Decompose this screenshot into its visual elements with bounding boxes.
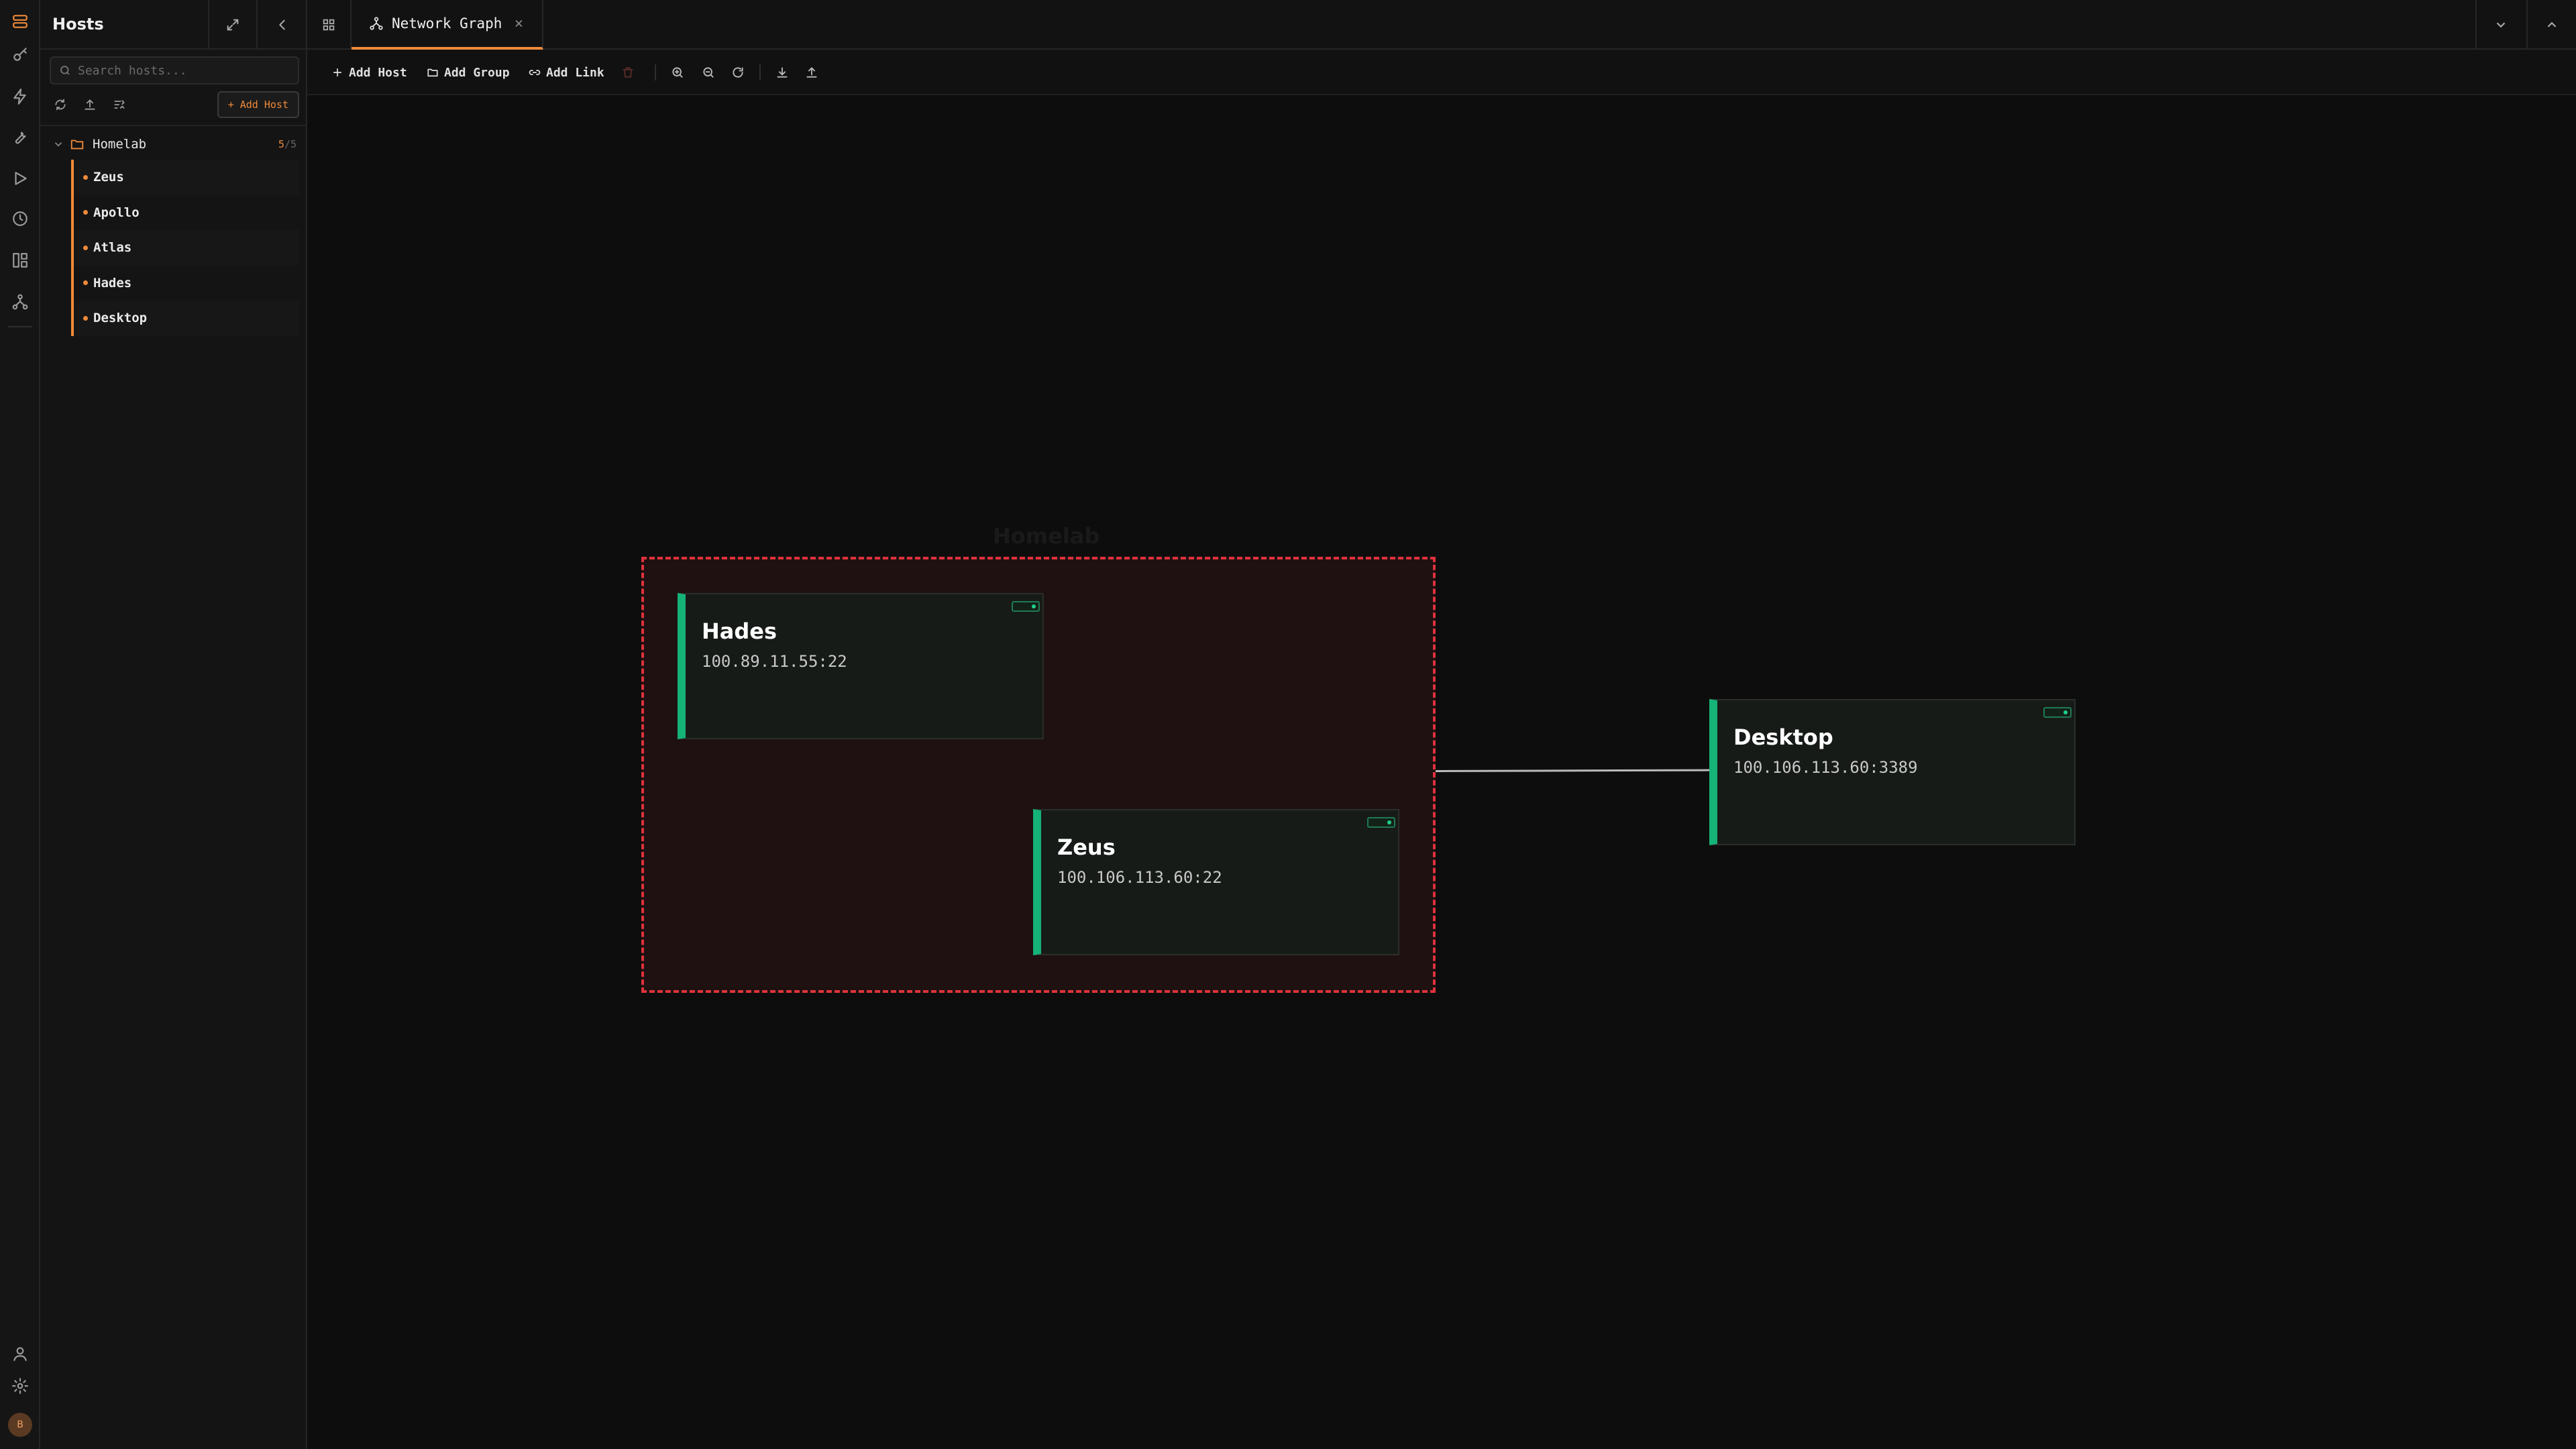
delete-button[interactable] [617,62,639,83]
hosts-sidebar: Hosts + Add Host Homelab 5/5 Zeus Apollo… [40,0,307,1449]
node-name: Desktop [1733,724,1833,750]
key-icon[interactable] [8,43,32,67]
add-link-button[interactable]: Add Link [529,62,604,83]
status-dot [83,280,88,286]
sidebar-divider [40,125,307,126]
add-host-toolbar-button[interactable]: Add Host [331,62,407,83]
search-input[interactable] [78,63,279,78]
avatar[interactable]: B [8,1413,32,1437]
export-button[interactable] [801,62,822,83]
tab-label: Network Graph [392,15,502,32]
zoom-in-button[interactable] [667,62,688,83]
upload-icon [85,99,95,110]
refresh-button[interactable] [50,94,71,115]
play-icon[interactable] [8,166,32,191]
zoom-out-icon [703,67,714,78]
folder-icon [427,68,438,77]
network-icon[interactable] [8,290,32,314]
status-dot [83,210,88,215]
tab-overview-button[interactable] [307,0,352,50]
status-badge [1367,817,1395,828]
zoom-in-icon [672,67,683,78]
node-address: 100.106.113.60:3389 [1733,758,1918,777]
node-address: 100.106.113.60:22 [1057,868,1222,887]
user-icon[interactable] [8,1342,32,1366]
trash-icon [623,67,633,78]
host-item[interactable]: Atlas [74,230,299,266]
network-icon [370,17,383,30]
group-name: Homelab [93,137,147,152]
graph-node-desktop[interactable]: Desktop 100.106.113.60:3389 [1709,699,2076,845]
sidebar-title: Hosts [52,15,104,34]
refresh-icon [733,67,743,78]
refresh-icon [55,99,66,111]
host-item[interactable]: Hades [74,266,299,301]
search-box[interactable] [50,56,299,85]
node-name: Zeus [1057,835,1116,860]
status-dot [83,245,88,250]
sidebar-header: Hosts [40,0,307,50]
host-item[interactable]: Apollo [74,195,299,231]
status-badge [2043,707,2072,718]
graph-group-label: Homelab [993,523,1100,549]
tab-network-graph[interactable]: Network Graph × [352,0,543,50]
grid-icon [323,19,335,31]
node-address: 100.89.11.55:22 [702,652,847,671]
import-button[interactable] [771,62,793,83]
graph-node-hades[interactable]: Hades 100.89.11.55:22 [678,593,1044,739]
expand-button[interactable] [208,0,256,50]
toolbar-divider [655,64,656,80]
tabs-dropdown-button[interactable] [2475,0,2525,50]
upload-icon [806,67,817,78]
collapse-top-button[interactable] [2526,0,2576,50]
status-dot [83,315,88,321]
reset-view-button[interactable] [727,62,749,83]
status-dot [83,174,88,180]
settings-icon[interactable] [8,1374,32,1398]
hosts-icon[interactable] [8,9,32,34]
sort-button[interactable] [109,94,130,115]
history-icon[interactable] [8,207,32,231]
host-item[interactable]: Desktop [74,301,299,336]
download-icon [777,67,788,78]
chevron-up-icon [2547,21,2557,28]
tab-bar: Network Graph × [307,0,2576,50]
node-name: Hades [702,619,777,644]
close-icon[interactable]: × [515,15,523,32]
search-icon [60,66,70,75]
host-item[interactable]: Zeus [74,160,299,195]
group-homelab[interactable]: Homelab 5/5 [52,133,301,156]
plus-icon [333,68,342,77]
chevron-left-icon [279,19,285,30]
sidebar-tools: + Add Host [50,90,299,119]
status-badge [1012,601,1040,612]
link-icon [529,70,541,75]
zoom-out-button[interactable] [698,62,719,83]
sort-icon [114,100,125,109]
folder-icon [70,140,84,150]
expand-icon [227,19,239,31]
add-group-button[interactable]: Add Group [427,62,510,83]
wrench-icon[interactable] [8,125,32,149]
host-list: Zeus Apollo Atlas Hades Desktop [71,160,299,336]
chevron-down-icon [54,142,62,147]
graph-toolbar: Add Host Add Group Add Link [307,50,2576,95]
icon-rail: B [0,0,40,1449]
graph-node-zeus[interactable]: Zeus 100.106.113.60:22 [1033,809,1399,955]
toolbar-divider [759,64,761,80]
add-host-button[interactable]: + Add Host [217,91,299,118]
group-count: 5/5 [278,138,297,150]
chevron-down-icon [2496,22,2506,28]
upload-button[interactable] [79,94,101,115]
dashboard-icon[interactable] [8,248,32,272]
rail-divider [8,326,32,327]
collapse-sidebar-button[interactable] [256,0,307,50]
bolt-icon[interactable] [8,85,32,109]
